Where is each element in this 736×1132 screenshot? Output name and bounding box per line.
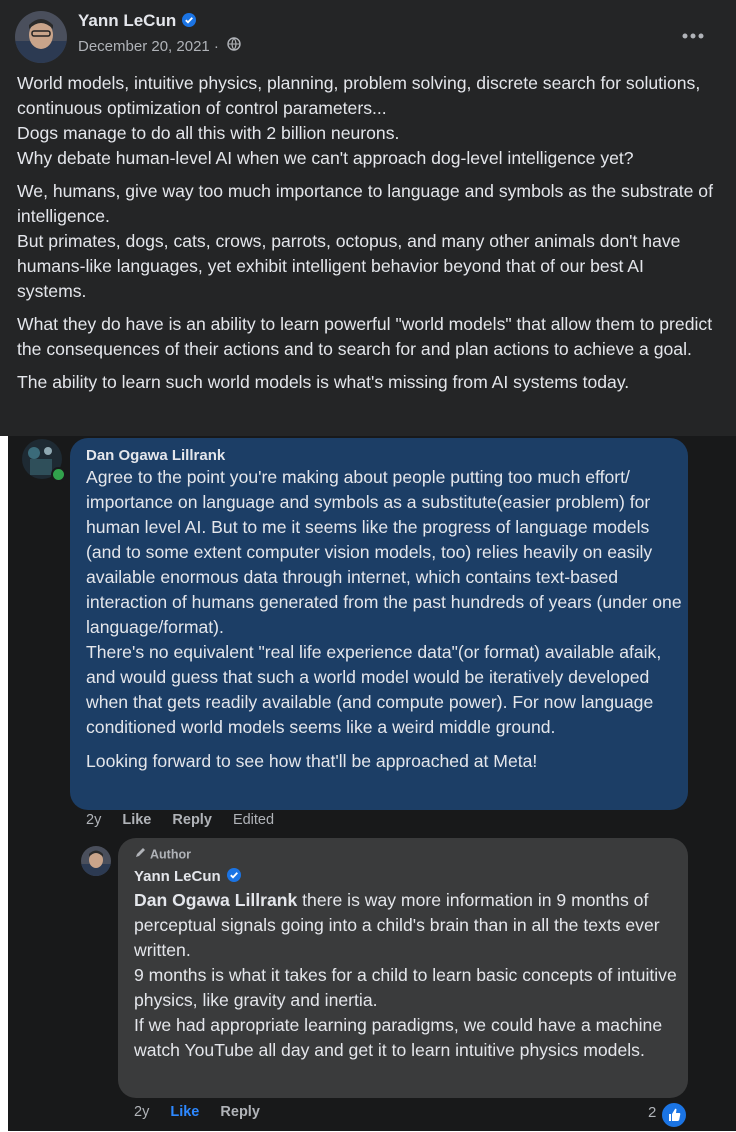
thumbs-up-reaction-icon[interactable] xyxy=(660,1101,688,1129)
reply-actions: 2y Like Reply xyxy=(134,1104,277,1120)
reply-text: there is way more information in 9 month… xyxy=(134,890,677,1060)
post-paragraph: We, humans, give way too much importance… xyxy=(17,181,713,301)
post-card: Yann LeCun December 20, 2021 · World mod… xyxy=(0,0,736,436)
more-options-icon[interactable] xyxy=(680,28,706,39)
comment-paragraph: Looking forward to see how that'll be ap… xyxy=(86,751,538,771)
verified-badge-icon xyxy=(182,12,197,27)
post-author-name[interactable]: Yann LeCun xyxy=(78,11,197,31)
comment-body: Agree to the point you're making about p… xyxy=(86,465,682,783)
reply-button[interactable]: Reply xyxy=(172,812,212,828)
commenter-name[interactable]: Dan Ogawa Lillrank xyxy=(86,447,225,464)
reaction-count[interactable]: 2 xyxy=(648,1104,656,1121)
globe-icon xyxy=(227,37,241,55)
reply-button[interactable]: Reply xyxy=(220,1104,260,1120)
comment-actions: 2y Like Reply Edited xyxy=(86,812,291,828)
reply-body: Dan Ogawa Lillrank there is way more inf… xyxy=(134,888,684,1063)
comment-time[interactable]: 2y xyxy=(86,812,101,828)
reply-author-name[interactable]: Yann LeCun xyxy=(134,868,241,885)
post-body: World models, intuitive physics, plannin… xyxy=(17,71,717,403)
post-paragraph: The ability to learn such world models i… xyxy=(17,372,630,392)
post-paragraph: What they do have is an ability to learn… xyxy=(17,314,713,359)
pencil-icon xyxy=(134,846,147,862)
like-button-active[interactable]: Like xyxy=(170,1104,199,1120)
like-button[interactable]: Like xyxy=(122,812,151,828)
edited-label[interactable]: Edited xyxy=(233,812,274,828)
reply-author-avatar[interactable] xyxy=(81,846,111,876)
online-status-indicator xyxy=(51,467,66,482)
author-avatar[interactable] xyxy=(15,11,67,63)
reply-time[interactable]: 2y xyxy=(134,1104,149,1120)
mention-link[interactable]: Dan Ogawa Lillrank xyxy=(134,890,297,910)
verified-badge-icon xyxy=(226,868,241,883)
author-badge: Author xyxy=(134,847,191,863)
post-timestamp[interactable]: December 20, 2021 · xyxy=(78,37,241,56)
comment-paragraph: Agree to the point you're making about p… xyxy=(86,467,682,737)
post-paragraph: World models, intuitive physics, plannin… xyxy=(17,73,701,168)
